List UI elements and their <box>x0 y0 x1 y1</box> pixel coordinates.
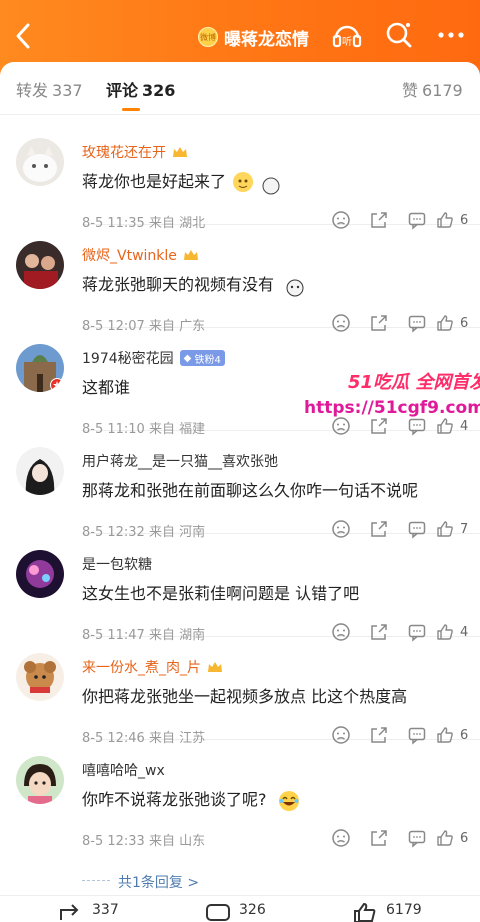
watermark: 51吃瓜 全网首发 https://51cgf9.com <box>300 368 480 424</box>
like-icon <box>354 902 376 922</box>
page-title-group: 微博 曝蒋龙恋情 <box>198 23 309 51</box>
username-text: 来一份水_煮_肉_片 <box>82 660 201 676</box>
watermark-url: https://51cgf9.com <box>304 398 480 418</box>
avatar[interactable] <box>16 447 64 495</box>
username-text: 1974秘密花园 <box>82 351 174 367</box>
dislike-icon[interactable] <box>322 828 360 848</box>
comment-text: 你咋不说蒋龙张弛谈了呢? <box>82 786 300 812</box>
view-replies-link[interactable]: 共1条回复 > <box>118 872 199 892</box>
tab-label: 赞 <box>402 81 419 100</box>
comment-item: 玫瑰花还在开 蒋龙你也是好起来了 8-5 11:35 来自 湖北 6 <box>16 122 480 231</box>
comment-username[interactable]: 嘻嘻哈哈_wx <box>82 760 165 780</box>
comment-text: 那蒋龙和张弛在前面聊这么久你咋一句话不说呢 <box>82 481 419 500</box>
comment-username[interactable]: 1974秘密花园 ◆ 铁粉4 <box>82 348 225 368</box>
avatar[interactable] <box>16 138 64 186</box>
like-button[interactable]: 6 <box>436 829 480 847</box>
tab-active-indicator <box>122 108 140 111</box>
laugh-emoji-icon <box>272 790 300 811</box>
comment-text-content: 蒋龙你也是好起来了 <box>82 172 227 191</box>
comment-item: 嘻嘻哈哈_wx 你咋不说蒋龙张弛谈了呢? 8-5 12:33 来自 山东 6 <box>16 740 480 849</box>
repost-icon <box>60 904 79 920</box>
crown-icon <box>183 248 199 262</box>
comment-location: 来自 山东 <box>148 834 206 849</box>
like-bottom-button[interactable]: 6179 <box>352 902 422 922</box>
avatar[interactable] <box>16 756 64 804</box>
tab-repost[interactable]: 转发 337 <box>16 77 83 101</box>
fan-level-badge: ◆ 铁粉4 <box>179 350 225 366</box>
tab-count: 6179 <box>422 81 463 100</box>
avatar[interactable] <box>16 241 64 289</box>
tab-bar: 转发 337 评论 326 赞 6179 <box>0 62 480 115</box>
fan-badge-label: 铁粉4 <box>194 354 221 366</box>
comment-meta: 8-5 12:33 来自 山东 <box>82 830 205 849</box>
avatar[interactable] <box>16 550 64 598</box>
thumbs-up-icon <box>437 830 453 846</box>
back-icon[interactable] <box>10 20 38 52</box>
watermark-title: 51吃瓜 全网首发 <box>348 372 480 393</box>
emoji-sticker-icon <box>279 275 309 296</box>
tab-count: 326 <box>142 81 176 100</box>
crown-icon <box>207 660 223 674</box>
comment-text: 这都谁 <box>82 378 131 397</box>
like-count: 6 <box>460 830 469 846</box>
comment-text: 你把蒋龙张弛坐一起视频多放点 比这个热度高 <box>82 687 408 706</box>
comment-text-content: 你咋不说蒋龙张弛谈了呢? <box>82 790 267 809</box>
comment-list: 玫瑰花还在开 蒋龙你也是好起来了 8-5 11:35 来自 湖北 6 微烬_Vt… <box>0 122 480 849</box>
repost-count: 337 <box>92 902 119 918</box>
comment-item: 微烬_Vtwinkle 蒋龙张弛聊天的视频有没有 8-5 12:07 来自 广东… <box>16 225 480 334</box>
reply-divider <box>82 880 110 882</box>
listen-icon[interactable]: 听 <box>330 18 364 52</box>
page-title: 曝蒋龙恋情 <box>224 29 309 50</box>
comment-username[interactable]: 微烬_Vtwinkle <box>82 245 199 265</box>
comment-username[interactable]: 用户蒋龙__是一只猫__喜欢张弛 <box>82 451 278 471</box>
avatar[interactable] <box>16 344 64 392</box>
avatar[interactable] <box>16 653 64 701</box>
svg-text:听: 听 <box>342 36 352 48</box>
crown-icon <box>172 145 188 159</box>
comment-icon <box>206 904 230 921</box>
tab-comments[interactable]: 评论 326 <box>106 77 175 101</box>
share-icon[interactable] <box>360 828 398 848</box>
comment-count: 326 <box>239 902 266 918</box>
reply-icon[interactable] <box>398 828 436 848</box>
diamond-icon: ◆ <box>183 352 192 364</box>
repost-button[interactable]: 337 <box>58 902 119 922</box>
comment-username[interactable]: 玫瑰花还在开 <box>82 142 188 162</box>
username-text: 玫瑰花还在开 <box>82 145 166 161</box>
comment-item: 是一包软糖 这女生也不是张莉佳啊问题是 认错了吧 8-5 11:47 来自 湖南… <box>16 534 480 643</box>
username-text: 嘻嘻哈哈_wx <box>82 763 165 779</box>
comment-text-content: 蒋龙张弛聊天的视频有没有 <box>82 275 275 294</box>
topic-badge-icon: 微博 <box>198 27 218 47</box>
more-icon[interactable] <box>434 18 468 52</box>
comment-text: 蒋龙张弛聊天的视频有没有 <box>82 271 309 299</box>
tab-likes[interactable]: 赞 6179 <box>402 77 463 101</box>
comment-date: 8-5 12:33 <box>82 834 145 849</box>
comment-item: 用户蒋龙__是一只猫__喜欢张弛 那蒋龙和张弛在前面聊这么久你咋一句话不说呢 8… <box>16 431 480 540</box>
comment-actions: 6 <box>322 828 480 848</box>
comment-username[interactable]: 来一份水_煮_肉_片 <box>82 657 223 677</box>
username-text: 是一包软糖 <box>82 557 152 573</box>
username-text: 微烬_Vtwinkle <box>82 248 177 264</box>
username-text: 用户蒋龙__是一只猫__喜欢张弛 <box>82 454 278 470</box>
comment-username[interactable]: 是一包软糖 <box>82 554 152 574</box>
comment-text: 蒋龙你也是好起来了 <box>82 168 291 196</box>
comment-text: 这女生也不是张莉佳啊问题是 认错了吧 <box>82 584 360 603</box>
bottom-action-bar: 337 326 6179 <box>0 895 480 922</box>
top-actions: 听 <box>330 18 468 52</box>
like-count-bottom: 6179 <box>386 902 422 918</box>
tab-count: 337 <box>52 81 83 100</box>
tab-label: 评论 <box>106 81 139 100</box>
emoji-sticker-icon <box>231 171 291 194</box>
search-icon[interactable] <box>382 18 416 52</box>
tab-label: 转发 <box>16 81 49 100</box>
comment-item: 来一份水_煮_肉_片 你把蒋龙张弛坐一起视频多放点 比这个热度高 8-5 12:… <box>16 637 480 746</box>
comment-button[interactable]: 326 <box>205 902 266 922</box>
